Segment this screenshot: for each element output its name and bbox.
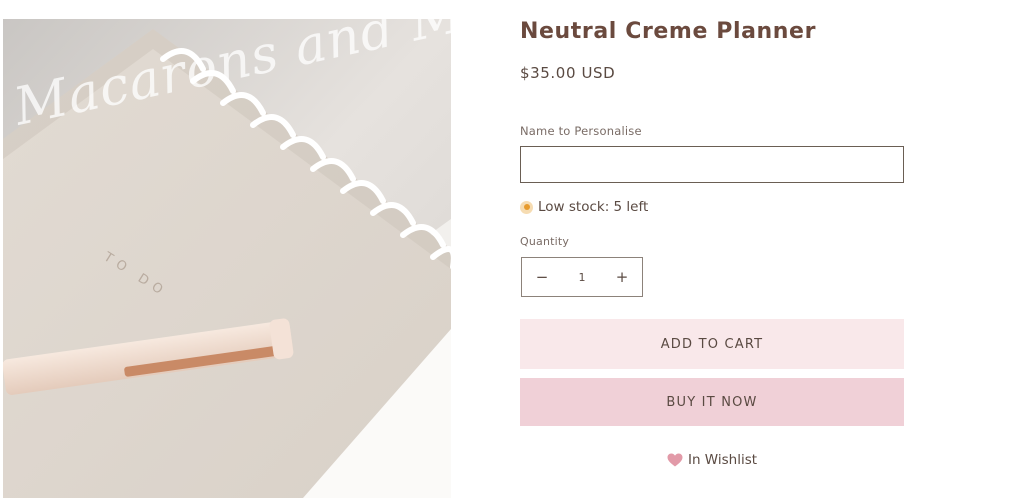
heart-icon — [667, 453, 683, 467]
product-price: $35.00 USD — [520, 64, 616, 82]
buy-now-button[interactable]: BUY IT NOW — [520, 378, 904, 426]
product-image[interactable]: TO DO Macarons and Mimosas — [3, 19, 451, 498]
personalise-input[interactable] — [520, 146, 904, 183]
quantity-label: Quantity — [520, 235, 570, 248]
wishlist-label: In Wishlist — [687, 452, 758, 468]
stock-text: Low stock: 5 left — [538, 199, 649, 215]
stock-indicator-icon — [520, 200, 533, 214]
personalise-label: Name to Personalise — [520, 124, 642, 138]
quantity-value[interactable]: 1 — [567, 271, 597, 284]
quantity-decrease-button[interactable]: − — [522, 258, 562, 296]
quantity-increase-button[interactable]: + — [602, 258, 642, 296]
product-title: Neutral Creme Planner — [520, 19, 817, 44]
wishlist-button[interactable]: In Wishlist — [520, 452, 904, 468]
add-to-cart-button[interactable]: ADD TO CART — [520, 319, 904, 369]
planner-photo: TO DO — [3, 19, 451, 498]
quantity-stepper: − 1 + — [521, 257, 643, 297]
stock-status: Low stock: 5 left — [520, 199, 648, 215]
